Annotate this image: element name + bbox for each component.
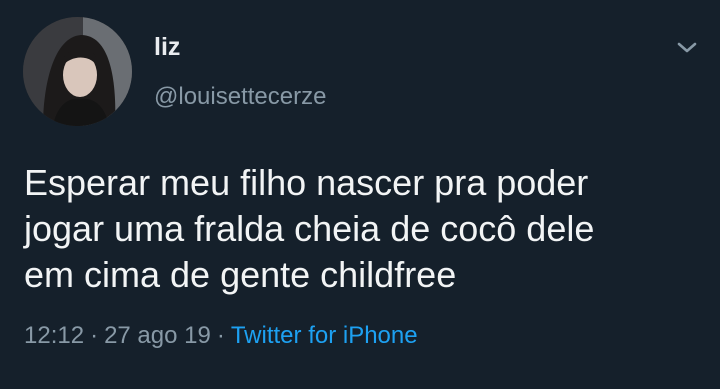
chevron-down-icon[interactable] [674, 36, 700, 58]
tweet-metadata: 12:12 · 27 ago 19 · Twitter for iPhone [24, 320, 418, 352]
separator: · [216, 322, 225, 349]
tweet-time: 12:12 [24, 322, 85, 349]
separator: · [90, 322, 99, 349]
tweet-text-line: Esperar meu filho nascer pra poder [24, 162, 589, 203]
tweet-text-line: jogar uma fralda cheia de cocô dele [24, 208, 595, 249]
tweet-date: 27 ago 19 [104, 322, 211, 349]
tweet-text: Esperar meu filho nascer pra poder jogar… [24, 160, 704, 298]
tweet-card: liz @louisettecerze Esperar meu filho na… [0, 0, 720, 389]
avatar[interactable] [23, 17, 132, 126]
tweet-source-link[interactable]: Twitter for iPhone [231, 322, 418, 349]
user-handle[interactable]: @louisettecerze [154, 82, 326, 112]
tweet-text-line: em cima de gente childfree [24, 254, 457, 295]
display-name[interactable]: liz [154, 32, 180, 62]
avatar-photo [23, 17, 132, 126]
